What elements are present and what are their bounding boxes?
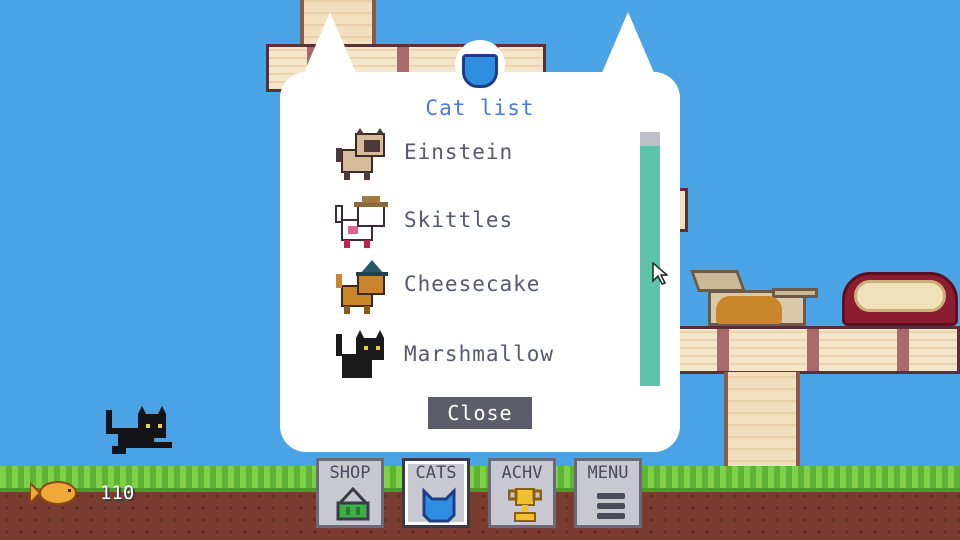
trophy-icon [508, 488, 542, 522]
cat-bed-cushion [854, 280, 946, 312]
black-cat-sprite[interactable] [104, 404, 176, 460]
cat-list-item[interactable]: Skittles [334, 196, 634, 250]
sleeping-cat-in-box[interactable] [716, 296, 782, 324]
cat-head-icon [422, 487, 456, 523]
menu-button-label: MENU [587, 463, 629, 483]
siamese-cat-icon [336, 128, 385, 180]
close-button[interactable]: Close [428, 397, 532, 429]
cat-list-item[interactable]: Marshmallow [334, 330, 634, 384]
cat-name: Skittles [404, 208, 514, 232]
cardboard-box-side-flap [772, 288, 818, 298]
cat-name: Cheesecake [404, 272, 541, 296]
hamburger-menu-icon [597, 493, 625, 519]
shop-button-label: SHOP [329, 463, 371, 483]
menu-button[interactable]: MENU [574, 458, 642, 528]
cat-list-item[interactable]: Cheesecake [334, 260, 634, 314]
cat-list-item[interactable]: Einstein [334, 128, 634, 182]
cat-name: Einstein [404, 140, 514, 164]
cowboy-hat-cat-icon [335, 196, 388, 248]
shop-button[interactable]: SHOP [316, 458, 384, 528]
cat-name: Marshmallow [404, 342, 555, 366]
cat-head-icon [462, 54, 498, 88]
mouse-cursor-icon [652, 262, 668, 285]
cats-button[interactable]: CATS [402, 458, 470, 528]
witch-hat-cat-icon [336, 260, 388, 314]
achievements-button-label: ACHV [501, 463, 543, 483]
fish-coin-icon [30, 481, 77, 505]
coin-count: 110 [100, 482, 135, 504]
tree-post-right [724, 372, 800, 472]
achievements-button[interactable]: ACHV [488, 458, 556, 528]
ground-grass [0, 466, 960, 492]
basket-icon [336, 487, 370, 521]
black-cat-icon [336, 330, 384, 378]
cats-button-label: CATS [415, 463, 457, 483]
cardboard-box-flap [689, 270, 747, 292]
modal-title: Cat list [425, 96, 535, 120]
right-shelf [676, 326, 960, 374]
